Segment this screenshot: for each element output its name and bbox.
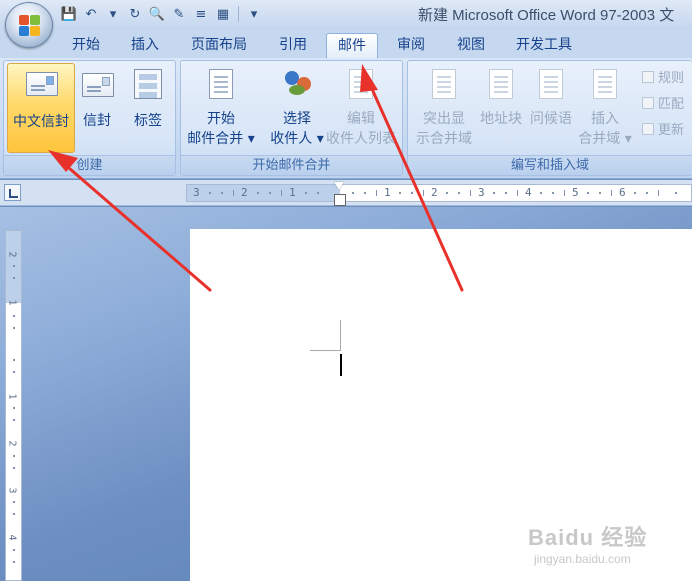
tab-insert[interactable]: 插入: [120, 33, 170, 58]
window-title: 新建 Microsoft Office Word 97-2003 文: [418, 7, 675, 24]
highlight-fields-icon: [432, 69, 456, 99]
margin-corner-mark: [310, 350, 340, 351]
group-write-insert-fields: 突出显 示合并域 地址块 问候语 插入 合并域 ▾ 规则 匹配 更新 编写和插入…: [407, 60, 692, 176]
chinese-envelope-button[interactable]: 中文信封: [7, 63, 75, 153]
office-logo-icon: [19, 15, 41, 37]
chinese-envelope-icon: [26, 72, 58, 96]
mail-merge-icon: [209, 69, 233, 99]
baidu-watermark: Baidu 经验 jingyan.baidu.com: [528, 520, 678, 576]
envelope-label: 信封: [83, 113, 111, 129]
vertical-ruler-top-margin: [6, 231, 21, 303]
labels-icon: [134, 69, 162, 99]
labels-button[interactable]: 标签: [126, 63, 170, 153]
address-block-label: 地址块: [480, 111, 522, 127]
ribbon-tabs: 开始 插入 页面布局 引用 邮件 审阅 视图 开发工具: [0, 30, 692, 58]
group-create: 中文信封 信封 标签 创建: [3, 60, 176, 176]
greeting-line-label: 问候语: [530, 111, 572, 127]
ruler-number: 4: [525, 186, 532, 199]
edit-label-line2: 收件人列表: [326, 131, 396, 147]
greeting-line-icon: [539, 69, 563, 99]
watermark-url: jingyan.baidu.com: [534, 552, 631, 566]
ruler-number: 2: [241, 186, 248, 199]
align-icon[interactable]: ≡: [192, 5, 210, 23]
update-labels-button[interactable]: 更新: [642, 119, 684, 138]
ruler-bar: 3 2 1 1 2 3 4 5 6: [0, 180, 692, 206]
start-label-line1: 开始: [207, 111, 235, 127]
rules-button[interactable]: 规则: [642, 67, 684, 86]
toolbar-divider: [238, 6, 239, 22]
start-label-line2: 邮件合并 ▾: [187, 131, 255, 147]
customize-icon[interactable]: ▾: [245, 5, 263, 23]
highlight-merge-fields-button[interactable]: 突出显 示合并域: [410, 63, 478, 153]
group-create-label: 创建: [4, 155, 175, 175]
start-mail-merge-button[interactable]: 开始 邮件合并 ▾: [183, 63, 259, 153]
tab-references[interactable]: 引用: [268, 33, 318, 58]
ruler-number: 5: [572, 186, 579, 199]
ruler-number: 3: [478, 186, 485, 199]
tab-mailings[interactable]: 邮件: [326, 33, 378, 58]
text-cursor: [340, 354, 342, 376]
tab-review[interactable]: 审阅: [386, 33, 436, 58]
tab-stop-selector[interactable]: [4, 184, 21, 201]
group-start-mail-merge-label: 开始邮件合并: [181, 155, 402, 175]
tab-view[interactable]: 视图: [446, 33, 496, 58]
tab-page-layout[interactable]: 页面布局: [180, 33, 258, 58]
match-fields-icon: [642, 96, 654, 109]
rules-icon: [642, 70, 654, 83]
address-block-button[interactable]: 地址块: [476, 63, 526, 153]
ruler-number: 3: [193, 186, 200, 199]
edit-icon[interactable]: ✎: [170, 5, 188, 23]
group-start-mail-merge: 开始 邮件合并 ▾ 选择 收件人 ▾ 编辑 收件人列表 开始邮件合并: [180, 60, 403, 176]
ruler-number: 2: [6, 251, 18, 258]
chinese-envelope-label: 中文信封: [13, 114, 69, 130]
recipients-icon: [283, 69, 313, 99]
edit-list-icon: [349, 69, 373, 99]
ruler-number: 1: [6, 299, 18, 306]
ruler-number: 2: [431, 186, 438, 199]
ruler-number: 1: [384, 186, 391, 199]
insert-label-line1: 插入: [591, 111, 619, 127]
edit-recipient-list-button[interactable]: 编辑 收件人列表: [321, 63, 401, 153]
match-fields-button[interactable]: 匹配: [642, 93, 684, 112]
envelope-button[interactable]: 信封: [77, 63, 117, 153]
highlight-label-line1: 突出显: [423, 111, 465, 127]
tab-developer[interactable]: 开发工具: [504, 33, 584, 58]
insert-field-icon: [593, 69, 617, 99]
office-button[interactable]: [5, 2, 53, 48]
update-labels-icon: [642, 122, 654, 135]
ruler-number: 6: [619, 186, 626, 199]
ribbon: 中文信封 信封 标签 创建 开始 邮件合并 ▾ 选择 收件人 ▾ 编辑 收件人列…: [0, 58, 692, 179]
highlight-label-line2: 示合并域: [416, 131, 472, 147]
print-preview-icon[interactable]: 🔍: [148, 5, 166, 23]
dropdown-arrow-icon[interactable]: ▾: [104, 5, 122, 23]
ruler-number: 3: [6, 487, 18, 494]
edit-label-line1: 编辑: [347, 111, 375, 127]
title-bar: 💾 ↶ ▾ ↻ 🔍 ✎ ≡ ▦ ▾ 新建 Microsoft Office Wo…: [0, 0, 692, 30]
indent-marker[interactable]: [334, 182, 346, 206]
ruler-number: 2: [6, 440, 18, 447]
update-labels-label: 更新: [658, 123, 685, 138]
save-icon[interactable]: 💾: [60, 5, 78, 23]
table-icon[interactable]: ▦: [214, 5, 232, 23]
match-fields-label: 匹配: [658, 97, 685, 112]
address-block-icon: [489, 69, 513, 99]
quick-access-toolbar: 💾 ↶ ▾ ↻ 🔍 ✎ ≡ ▦ ▾: [60, 3, 263, 25]
ruler-number: 1: [6, 393, 18, 400]
vertical-ruler[interactable]: 2 1 1 2 3 4: [5, 230, 22, 581]
insert-label-line2: 合并域 ▾: [578, 131, 632, 147]
insert-merge-field-button[interactable]: 插入 合并域 ▾: [576, 63, 634, 153]
tab-home[interactable]: 开始: [62, 33, 110, 58]
group-write-insert-label: 编写和插入域: [408, 155, 692, 175]
horizontal-ruler[interactable]: 3 2 1 1 2 3 4 5 6: [186, 184, 692, 202]
ruler-number: 1: [289, 186, 296, 199]
watermark-brand: Baidu 经验: [528, 525, 648, 550]
redo-icon[interactable]: ↻: [126, 5, 144, 23]
ruler-number: 4: [6, 534, 18, 541]
greeting-line-button[interactable]: 问候语: [526, 63, 576, 153]
rules-label: 规则: [658, 71, 685, 86]
labels-label: 标签: [134, 113, 162, 129]
envelope-icon: [82, 73, 114, 97]
undo-icon[interactable]: ↶: [82, 5, 100, 23]
margin-corner-mark: [340, 320, 341, 351]
